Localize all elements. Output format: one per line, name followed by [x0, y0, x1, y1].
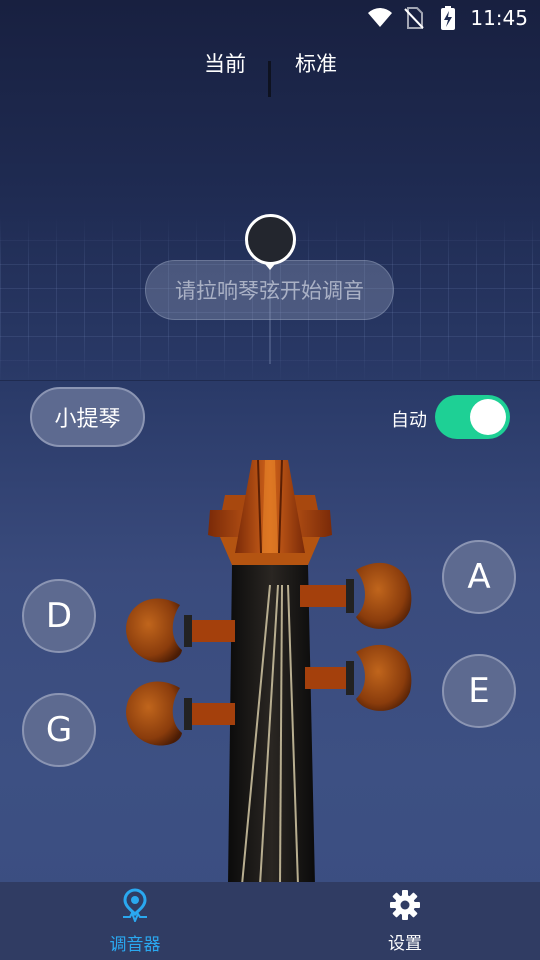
string-g-button[interactable]: G — [22, 693, 96, 767]
string-d-button[interactable]: D — [22, 579, 96, 653]
status-time: 11:45 — [470, 6, 528, 30]
nav-tuner-label: 调音器 — [109, 934, 161, 955]
violin-scroll-illustration — [126, 459, 412, 885]
toggle-knob — [470, 399, 506, 435]
status-bar: 11:45 — [0, 0, 540, 36]
bottom-navigation: 调音器 设置 — [0, 882, 540, 960]
center-marker — [268, 61, 271, 97]
tuner-display: 当前 标准 请拉响琴弦开始调音 — [0, 36, 540, 380]
instrument-select-button[interactable]: 小提琴 — [30, 387, 145, 447]
pitch-indicator — [245, 214, 296, 265]
battery-charging-icon — [436, 6, 460, 30]
nav-tuner[interactable]: 调音器 — [0, 882, 270, 960]
wifi-icon — [368, 6, 393, 30]
tuner-pin-icon — [121, 887, 149, 926]
string-e-button[interactable]: E — [442, 654, 516, 728]
gear-icon — [389, 889, 421, 925]
current-pitch-label: 当前 — [204, 52, 246, 76]
auto-mode-toggle[interactable] — [435, 395, 510, 439]
no-sim-icon — [402, 6, 426, 30]
pitch-indicator-tip — [265, 264, 275, 270]
section-divider — [0, 380, 540, 381]
string-a-button[interactable]: A — [442, 540, 516, 614]
auto-mode-label: 自动 — [391, 410, 427, 431]
nav-settings[interactable]: 设置 — [270, 882, 540, 960]
standard-pitch-label: 标准 — [295, 52, 337, 76]
nav-settings-label: 设置 — [388, 933, 422, 954]
